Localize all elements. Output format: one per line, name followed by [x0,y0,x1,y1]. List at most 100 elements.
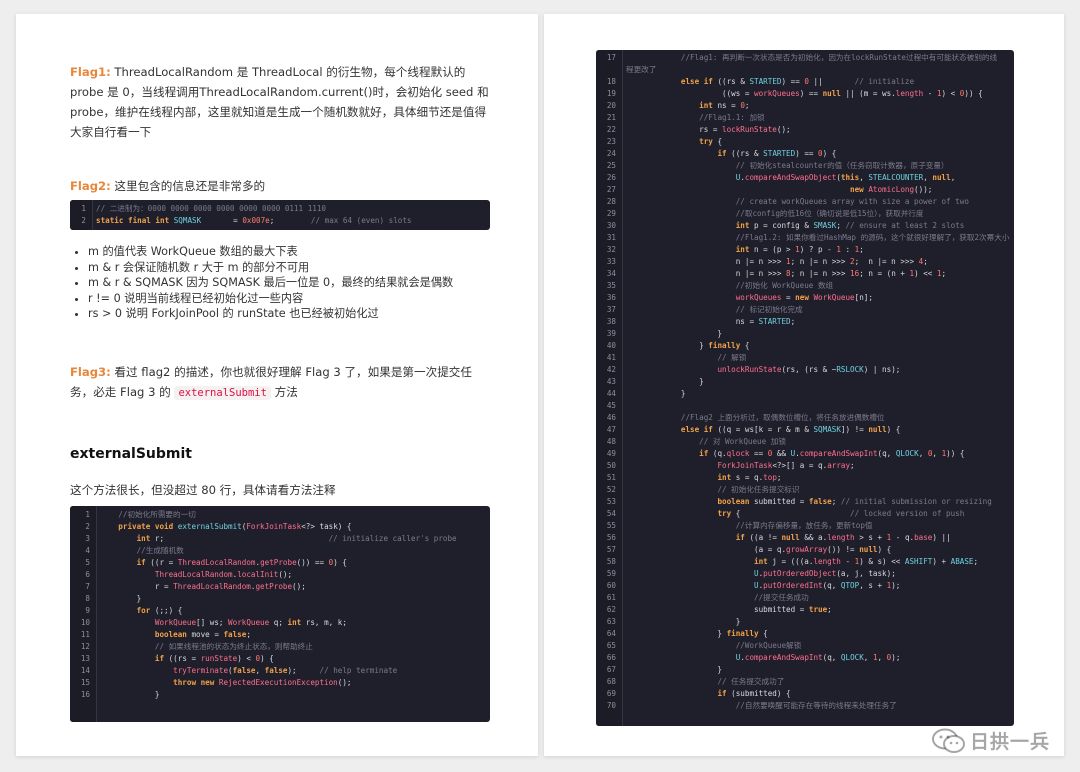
line-number: 22 [606,125,616,134]
code-line: 9 for (;;) { [70,605,490,617]
inline-code-externalsubmit: externalSubmit [174,386,271,400]
line-number: 42 [606,365,616,374]
code-text: ((ws = workQueues) == null || (m = ws.le… [626,89,983,98]
code-line: 2 private void externalSubmit(ForkJoinTa… [70,521,490,533]
code-text: // 如果线程池的状态为终止状态，则帮助终止 [154,642,313,651]
code-text: WorkQueue[] ws; WorkQueue q; int rs, m, … [154,618,347,627]
line-number: 15 [80,678,90,687]
code-line: 38 ns = STARTED; [596,316,1014,328]
line-number: 8 [85,594,90,603]
code-text: // create workQueues array with size a p… [735,197,969,206]
line-number: 6 [85,570,90,579]
code-text: //计算内存偏移量，放任务，更新top值 [735,521,873,530]
code-text: U.putOrderedInt(q, QTOP, s + 1); [754,581,901,590]
code-line: 34 n |= n >>> 8; n |= n >>> 16; n = (n +… [596,268,1014,280]
line-number: 39 [606,329,616,338]
code-line: 26 U.compareAndSwapObject(this, STEALCOU… [596,172,1014,184]
code-line: 36 workQueues = new WorkQueue[n]; [596,292,1014,304]
code-text: new AtomicLong()); [850,185,933,194]
code-text: //Flag1.1: 加锁 [699,113,765,122]
code-text: ThreadLocalRandom.localInit(); [154,570,293,579]
line-number: 16 [80,690,90,699]
line-number: 52 [606,485,616,494]
line-number: 17 [606,53,616,62]
watermark-text: 日拱一兵 [969,731,1050,753]
line-number: 12 [80,642,90,651]
bullet-item: r != 0 说明当前线程已经初始化过一些内容 [88,291,453,307]
code-line: 21 //Flag1.1: 加锁 [596,112,1014,124]
line-number: 38 [606,317,616,326]
code-line: 43 } [596,376,1014,388]
code-line: 25 // 初始化stealcounter的值（任务窃取计数器，原子变量） [596,160,1014,172]
code-line: 2 static final int SQMASK = 0x007e; // ma… [70,215,490,227]
line-number: 11 [80,630,90,639]
left-article-page: Flag1: ThreadLocalRandom 是 ThreadLocal 的… [16,14,538,756]
code-text: n |= n >>> 8; n |= n >>> 16; n = (n + 1)… [626,269,947,278]
code-line: 35 //初始化 WorkQueue 数组 [596,280,1014,292]
code-line: 47 else if ((q = ws[k = r & m & SQMASK])… [596,424,1014,436]
line-number: 23 [606,137,616,146]
code-text: //取config的低16位（确切说是低15位），获取并行度 [735,209,924,218]
code-text: } [626,377,704,386]
bullet-item: m & r & SQMASK 因为 SQMASK 最后一位是 0，最终的结果就会… [88,275,453,291]
code-text: if ((rs & STARTED) == 0) { [717,149,837,158]
section-heading: externalSubmit [70,446,192,462]
line-number: 63 [606,617,616,626]
code-text: for (;;) { [136,606,183,615]
code-line: 68 // 任务提交成功了 [596,676,1014,688]
line-number: 48 [606,437,616,446]
code-line: 69 if (submitted) { [596,688,1014,700]
code-line: 48 // 对 WorkQueue 加锁 [596,436,1014,448]
code-line: 28 // create workQueues array with size … [596,196,1014,208]
code-line: 32 int n = (p > 1) ? p - 1 : 1; [596,244,1014,256]
code-line: 64 } finally { [596,628,1014,640]
line-number: 28 [606,197,616,206]
line-number: 21 [606,113,616,122]
sqmask-code-block: 1 // 二进制为：0000 0000 0000 0000 0000 0000 0… [70,200,490,230]
line-number: 69 [606,689,616,698]
code-text: } finally { [626,629,768,638]
code-line: 6 ThreadLocalRandom.localInit(); [70,569,490,581]
code-text: // 二进制为：0000 0000 0000 0000 0000 0000 01… [96,204,326,213]
code-text: // 标记初始化完成 [735,305,803,314]
right-article-page: 17 //Flag1: 再判断一次状态是否为初始化，因为在lockRunStat… [544,14,1064,756]
code-text: static final int SQMASK = 0x007e; // max… [96,216,412,225]
code-line: 44 } [596,388,1014,400]
code-text: } [100,594,142,603]
code-text: r = ThreadLocalRandom.getProbe(); [100,582,306,591]
code-line: 63 } [596,616,1014,628]
bullet-item: m & r 会保证随机数 r 大于 m 的部分不可用 [88,260,453,276]
code-line: 42 unlockRunState(rs, (rs & ~RSLOCK) | n… [596,364,1014,376]
code-text: private void externalSubmit(ForkJoinTask… [118,522,352,531]
code-line: 18 else if ((rs & STARTED) == 0 || // in… [596,76,1014,88]
bullet-item: m 的值代表 WorkQueue 数组的最大下表 [88,244,453,260]
line-number: 9 [85,606,90,615]
code-line: 58 int j = (((a.length - 1) & s) << ASHI… [596,556,1014,568]
flag1-paragraph: Flag1: ThreadLocalRandom 是 ThreadLocal 的… [70,62,490,142]
line-number: 59 [606,569,616,578]
code-text: try { [699,137,723,146]
code-line: 15 throw new RejectedExecutionException(… [70,677,490,689]
code-text: submitted = true; [626,605,832,614]
code-text: int n = (p > 1) ? p - 1 : 1; [735,245,864,254]
line-number: 65 [606,641,616,650]
code-text: int s = q.top; [717,473,782,482]
code-line: 52 // 初始化任务提交标识 [596,484,1014,496]
line-number: 60 [606,581,616,590]
code-line: 17 //Flag1: 再判断一次状态是否为初始化，因为在lockRunStat… [596,52,1014,64]
code-text: //Flag2 上面分析过，取偶数位槽位，将任务放进偶数槽位 [680,413,885,422]
watermark: 日拱一兵 [931,727,1050,754]
code-line: 19 ((ws = workQueues) == null || (m = ws… [596,88,1014,100]
code-text: tryTerminate(false, false); // help term… [173,666,398,675]
line-number: 4 [85,546,90,555]
code-text: workQueues = new WorkQueue[n]; [735,293,873,302]
code-text: //Flag1: 再判断一次状态是否为初始化，因为在lockRunState过程… [680,53,998,62]
code-line: 22 rs = lockRunState(); [596,124,1014,136]
code-line: 59 U.putOrderedObject(a, j, task); [596,568,1014,580]
code-text: int ns = 0; [699,101,750,110]
line-number: 57 [606,545,616,554]
line-number: 49 [606,449,616,458]
line-number: 67 [606,665,616,674]
code-text: ns = STARTED; [626,317,796,326]
code-line: 33 n |= n >>> 1; n |= n >>> 2; n |= n >>… [596,256,1014,268]
